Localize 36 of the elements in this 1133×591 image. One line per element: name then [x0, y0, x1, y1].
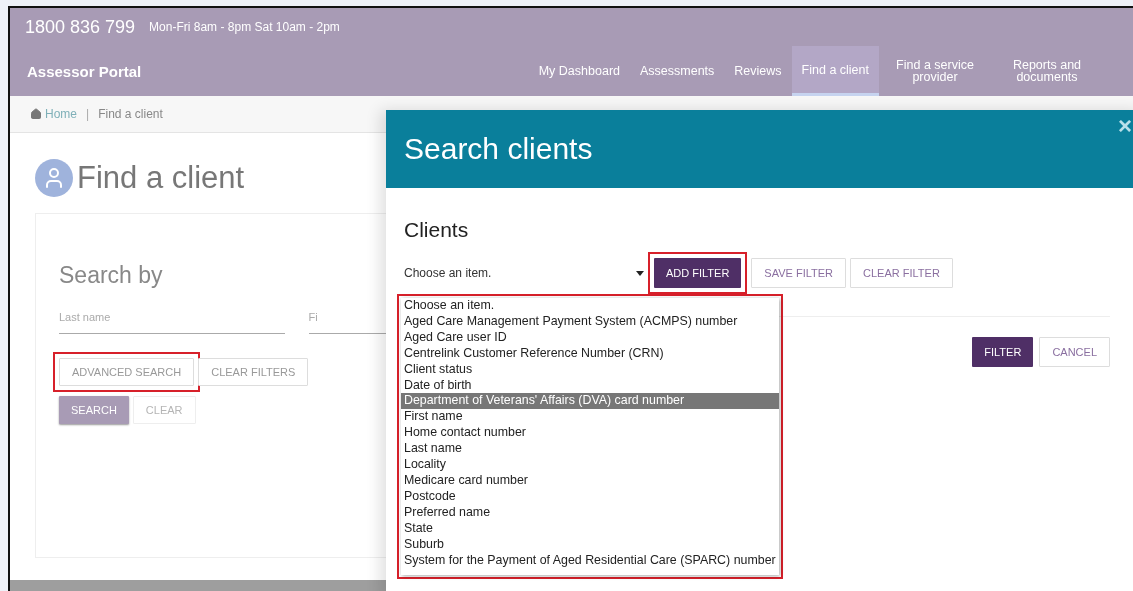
dropdown-option[interactable]: Aged Care Management Payment System (ACMPS) number [401, 313, 779, 330]
dropdown-option[interactable]: System for the Payment of Aged Residential Care (SPARC) number [401, 552, 779, 569]
dropdown-option[interactable]: Last name [401, 441, 779, 458]
item-select[interactable]: Choose an item. [404, 258, 644, 288]
dialog-button[interactable]: FILTER [972, 337, 1034, 367]
text-field[interactable]: Last name [59, 311, 285, 334]
dropdown-option[interactable]: Aged Care user ID [401, 329, 779, 346]
portal-title: Assessor Portal [27, 62, 142, 80]
home-icon [30, 108, 42, 120]
dropdown-option[interactable]: Client status [401, 361, 779, 378]
page-title: Find a client [77, 160, 245, 196]
dropdown-option[interactable]: Date of birth [401, 377, 779, 394]
opening-hours: Mon-Fri 8am - 8pm Sat 10am - 2pm [149, 20, 340, 34]
dropdown-option[interactable]: State [401, 520, 779, 537]
filter-button[interactable]: ADD FILTER [654, 258, 742, 288]
card-title: Search by [59, 262, 163, 289]
dropdown-option[interactable]: Postcode [401, 488, 779, 505]
dropdown-option[interactable]: Department of Veterans' Affairs (DVA) card number [401, 393, 779, 410]
dialog-button[interactable]: CANCEL [1039, 337, 1110, 367]
dropdown-option[interactable]: Choose an item. [401, 298, 779, 314]
filter-button[interactable]: SAVE FILTER [751, 258, 847, 288]
section-title: Clients [404, 218, 470, 242]
user-icon [35, 159, 73, 197]
dropdown-option[interactable]: Suburb [401, 536, 779, 553]
filter-button[interactable]: CLEAR FILTER [850, 258, 953, 288]
caret-icon [636, 270, 644, 276]
dropdown-option[interactable]: Preferred name [401, 504, 779, 521]
dialog-title: Search clients [404, 132, 593, 166]
breadcrumb-separator: | [85, 107, 91, 121]
phone-number: 1800 836 799 [25, 16, 136, 38]
dropdown-option[interactable]: Locality [401, 457, 779, 473]
dropdown-option[interactable]: Centrelink Customer Reference Number (CRN) [401, 345, 779, 362]
dropdown-option[interactable]: First name [401, 409, 779, 426]
dropdown-option[interactable]: Home contact number [401, 425, 779, 442]
dropdown-option[interactable]: Medicare card number [401, 472, 779, 489]
breadcrumb-current: Find a client [98, 107, 163, 121]
